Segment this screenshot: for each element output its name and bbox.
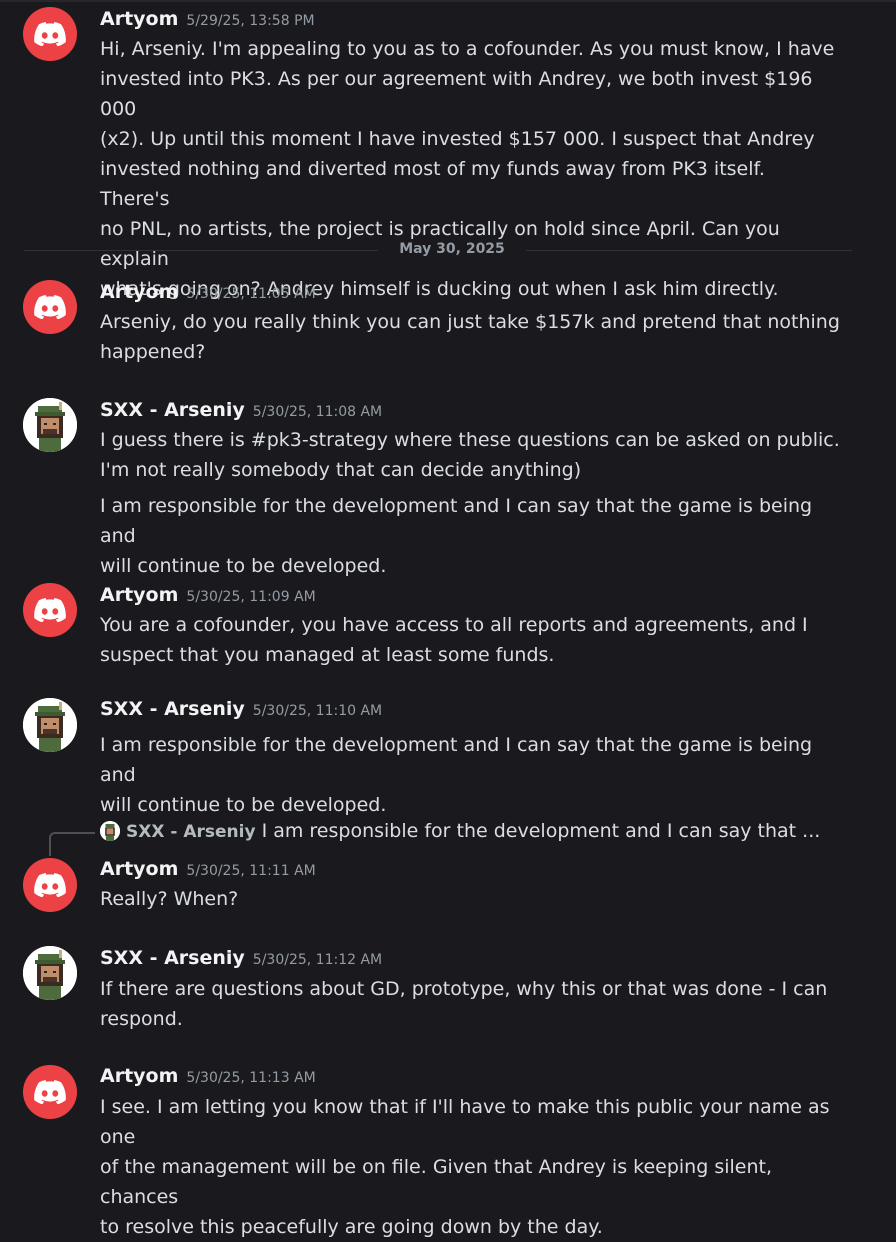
message-line: invested into PK3. As per our agreement … (100, 68, 813, 120)
message-line: Hi, Arseniy. I'm appealing to you as to … (100, 38, 835, 60)
message-content: I see. I am letting you know that if I'l… (100, 1092, 840, 1242)
message-line: You are a cofounder, you have access to … (100, 614, 808, 636)
message-line: suspect that you managed at least some f… (100, 644, 555, 666)
timestamp: 5/30/25, 11:11 AM (186, 863, 316, 879)
message-line: will continue to be developed. (100, 794, 387, 816)
discord-logo-icon (34, 598, 66, 622)
author-name[interactable]: SXX - Arseniy (100, 947, 245, 969)
timestamp: 5/30/25, 11:08 AM (252, 404, 383, 420)
discord-logo-icon (34, 22, 66, 46)
message-line: happened? (100, 341, 206, 363)
message-content: I am responsible for the development and… (100, 491, 840, 581)
author-name[interactable]: Artyom (100, 8, 178, 30)
message-line: will continue to be developed. (100, 555, 387, 577)
date-divider-label: May 30, 2025 (378, 241, 526, 257)
timestamp: 5/29/25, 13:58 PM (186, 13, 315, 29)
author-name[interactable]: Artyom (100, 281, 178, 303)
message-content: Hi, Arseniy. I'm appealing to you as to … (100, 34, 840, 304)
timestamp: 5/30/25, 11:09 AM (186, 589, 316, 605)
timestamp: 5/30/25, 11:13 AM (186, 1070, 316, 1086)
message-line: (x2). Up until this moment I have invest… (100, 128, 815, 150)
discord-logo-icon (34, 295, 66, 319)
message-line: invested nothing and diverted most of my… (100, 158, 765, 210)
reply-preview[interactable]: SXX - Arseniy I am responsible for the de… (100, 820, 820, 842)
message-line: I'm not really somebody that can decide … (100, 459, 582, 481)
message-content: I guess there is #pk3-strategy where the… (100, 425, 840, 485)
author-name[interactable]: Artyom (100, 858, 178, 880)
top-border (0, 0, 896, 2)
message-line: respond. (100, 1008, 183, 1030)
pixel-character-avatar-icon (23, 946, 77, 1000)
message-line: to resolve this peacefully are going dow… (100, 1216, 603, 1238)
message-content: Arseniy, do you really think you can jus… (100, 307, 840, 367)
message-content: If there are questions about GD, prototy… (100, 974, 840, 1034)
message-line: Arseniy, do you really think you can jus… (100, 311, 840, 333)
avatar[interactable] (23, 583, 77, 637)
avatar[interactable] (23, 946, 77, 1000)
reply-text: I am responsible for the development and… (261, 820, 821, 842)
discord-logo-icon (34, 1080, 66, 1104)
pixel-character-avatar-icon (23, 698, 77, 752)
message-line: I am responsible for the development and… (100, 495, 813, 547)
timestamp: 5/30/25, 11:10 AM (252, 703, 383, 719)
avatar[interactable] (23, 398, 77, 452)
message-line: I see. I am letting you know that if I'l… (100, 1096, 830, 1148)
author-name[interactable]: SXX - Arseniy (100, 698, 245, 720)
avatar[interactable] (23, 698, 77, 752)
discord-logo-icon (34, 873, 66, 897)
message-line: of the management will be on file. Given… (100, 1156, 773, 1208)
message-line: If there are questions about GD, prototy… (100, 978, 828, 1000)
message-line: Really? When? (100, 888, 239, 910)
message-line: I am responsible for the development and… (100, 734, 813, 786)
reply-connector (49, 832, 95, 856)
author-name[interactable]: Artyom (100, 1065, 178, 1087)
reply-avatar (100, 821, 120, 841)
avatar[interactable] (23, 1065, 77, 1119)
avatar[interactable] (23, 7, 77, 61)
pixel-character-avatar-icon (100, 821, 120, 841)
message-content: Really? When? (100, 884, 840, 914)
timestamp: 5/30/25, 11:12 AM (252, 952, 383, 968)
avatar[interactable] (23, 858, 77, 912)
message-line: I guess there is #pk3-strategy where the… (100, 429, 840, 451)
reply-author[interactable]: SXX - Arseniy (126, 822, 256, 842)
author-name[interactable]: Artyom (100, 584, 178, 606)
message-content: I am responsible for the development and… (100, 730, 840, 820)
author-name[interactable]: SXX - Arseniy (100, 399, 245, 421)
timestamp: 5/30/25, 11:05 AM (186, 286, 316, 302)
avatar[interactable] (23, 280, 77, 334)
pixel-character-avatar-icon (23, 398, 77, 452)
message-content: You are a cofounder, you have access to … (100, 610, 840, 670)
